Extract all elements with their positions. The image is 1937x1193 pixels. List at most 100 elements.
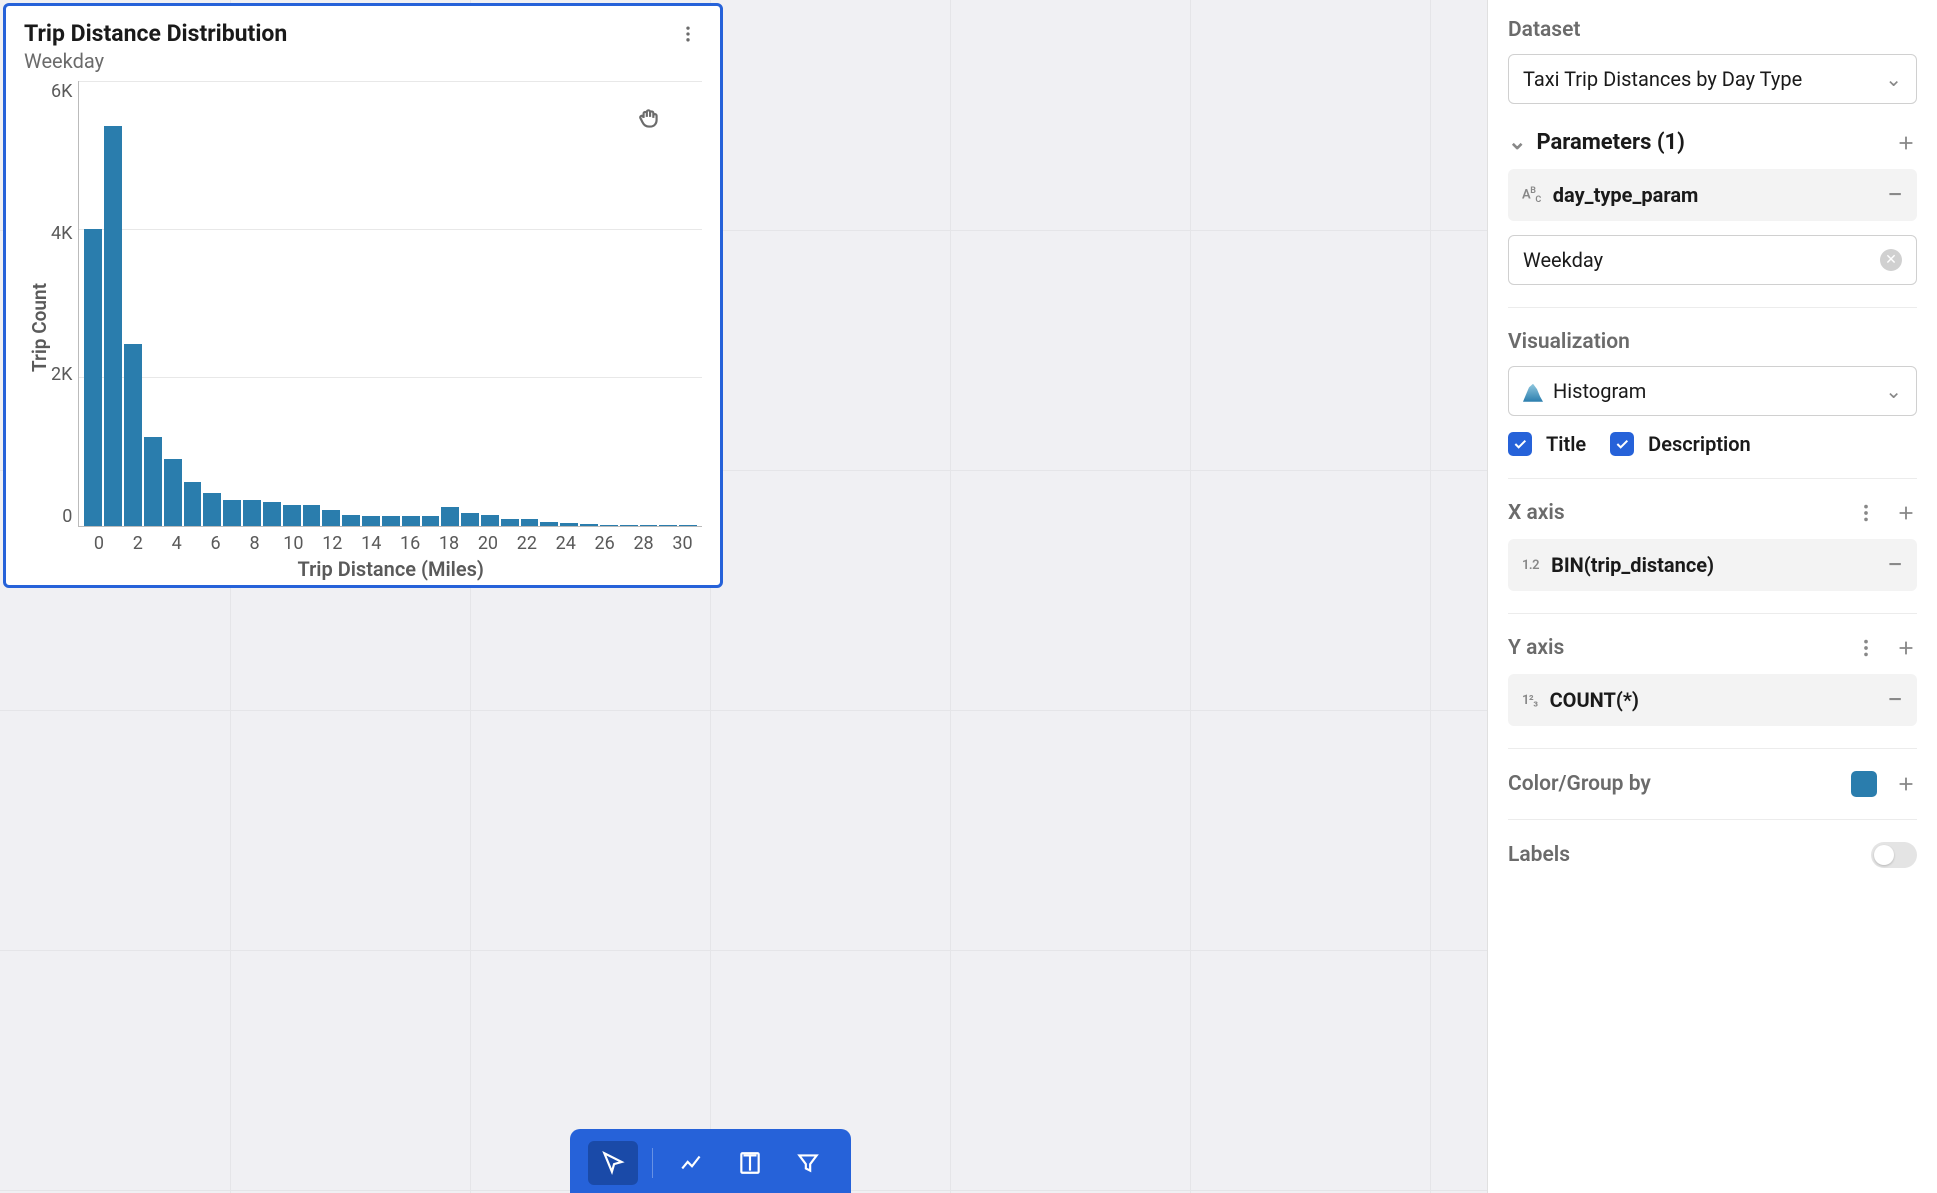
add-color-group-button[interactable] [1895,773,1917,795]
bar [679,525,697,526]
text-type-icon: ABC [1522,186,1541,205]
bar [342,515,360,526]
xaxis-label: X axis [1508,501,1565,525]
x-tick: 18 [430,533,469,554]
right-panel: Dataset Taxi Trip Distances by Day Type … [1487,0,1937,1193]
number-type-icon: 1.2 [1522,558,1539,573]
yaxis-menu-button[interactable] [1855,637,1877,659]
bar [84,229,102,526]
bar [124,344,142,526]
text-tool-button[interactable] [725,1141,775,1185]
parameter-value-input[interactable]: Weekday ✕ [1508,235,1917,285]
y-tick: 2K [51,364,72,385]
chart-tool-button[interactable] [667,1141,717,1185]
x-tick: 12 [313,533,352,554]
bar [303,505,321,526]
x-tick: 16 [391,533,430,554]
add-parameter-button[interactable] [1895,132,1917,154]
bar [521,519,539,526]
add-xaxis-button[interactable] [1895,502,1917,524]
bar [362,516,380,526]
bar [283,505,301,526]
y-tick: 0 [62,506,72,527]
description-checkbox-label: Description [1648,432,1751,456]
bar [580,524,598,526]
bar [104,126,122,527]
visualization-section-label: Visualization [1508,330,1917,354]
description-checkbox[interactable] [1610,432,1634,456]
bar [640,525,658,526]
xaxis-field: BIN(trip_distance) [1551,553,1714,577]
bar [144,437,162,526]
filter-tool-button[interactable] [783,1141,833,1185]
bar [441,507,459,526]
dataset-value: Taxi Trip Distances by Day Type [1523,67,1802,91]
x-tick: 30 [663,533,702,554]
toolbar-separator [652,1148,653,1178]
chart-header: Trip Distance Distribution Weekday [24,20,702,73]
x-tick: 4 [157,533,196,554]
bar [501,519,519,526]
cursor-tool-button[interactable] [588,1141,638,1185]
parameter-chip[interactable]: ABC day_type_param − [1508,169,1917,221]
x-tick: 22 [507,533,546,554]
remove-yaxis-button[interactable]: − [1887,686,1903,714]
x-tick: 0 [79,533,118,554]
canvas[interactable]: Trip Distance Distribution Weekday Trip … [0,0,1487,1193]
chevron-down-icon: ⌄ [1885,379,1902,403]
bar [243,500,261,526]
bar [620,525,638,526]
bar [600,525,618,526]
parameter-value: Weekday [1523,248,1603,272]
xaxis-menu-button[interactable] [1855,502,1877,524]
y-ticks: 6K 4K 2K 0 [51,81,78,575]
parameter-name: day_type_param [1553,183,1699,207]
x-tick: 6 [196,533,235,554]
x-tick: 14 [352,533,391,554]
clear-input-button[interactable]: ✕ [1880,249,1902,271]
x-tick: 20 [468,533,507,554]
labels-label: Labels [1508,843,1570,867]
y-tick: 4K [51,223,72,244]
bar [263,502,281,526]
more-icon[interactable] [674,20,702,52]
x-tick: 8 [235,533,274,554]
count-type-icon: 1²₃ [1522,693,1538,708]
chevron-down-icon: ⌄ [1885,67,1902,91]
x-tick: 26 [585,533,624,554]
chart-card[interactable]: Trip Distance Distribution Weekday Trip … [3,3,723,588]
chart-subtitle: Weekday [24,49,287,73]
x-tick: 2 [118,533,157,554]
chevron-down-icon: ⌄ [1508,130,1526,155]
parameters-label: Parameters (1) [1536,130,1684,155]
color-swatch[interactable] [1851,771,1877,797]
parameters-toggle[interactable]: ⌄ Parameters (1) [1508,130,1685,155]
bar [184,482,202,527]
visualization-dropdown[interactable]: Histogram ⌄ [1508,366,1917,416]
bar [461,513,479,526]
visualization-value: Histogram [1553,379,1646,403]
bar [402,516,420,526]
dataset-section-label: Dataset [1508,18,1917,42]
remove-xaxis-button[interactable]: − [1887,551,1903,579]
xaxis-field-chip[interactable]: 1.2 BIN(trip_distance) − [1508,539,1917,591]
bar [382,516,400,526]
x-axis-label: Trip Distance (Miles) [79,557,702,581]
dataset-dropdown[interactable]: Taxi Trip Distances by Day Type ⌄ [1508,54,1917,104]
histogram-icon [1523,384,1543,402]
y-axis-label: Trip Count [24,81,51,575]
add-yaxis-button[interactable] [1895,637,1917,659]
x-tick: 28 [624,533,663,554]
labels-toggle[interactable] [1871,842,1917,868]
remove-parameter-button[interactable]: − [1887,181,1903,209]
bar [223,500,241,526]
bar [322,510,340,526]
title-checkbox-label: Title [1546,432,1586,456]
bar [659,525,677,526]
bar [203,493,221,526]
title-checkbox[interactable] [1508,432,1532,456]
bar [422,516,440,526]
yaxis-field-chip[interactable]: 1²₃ COUNT(*) − [1508,674,1917,726]
x-tick: 10 [274,533,313,554]
x-tick: 24 [546,533,585,554]
